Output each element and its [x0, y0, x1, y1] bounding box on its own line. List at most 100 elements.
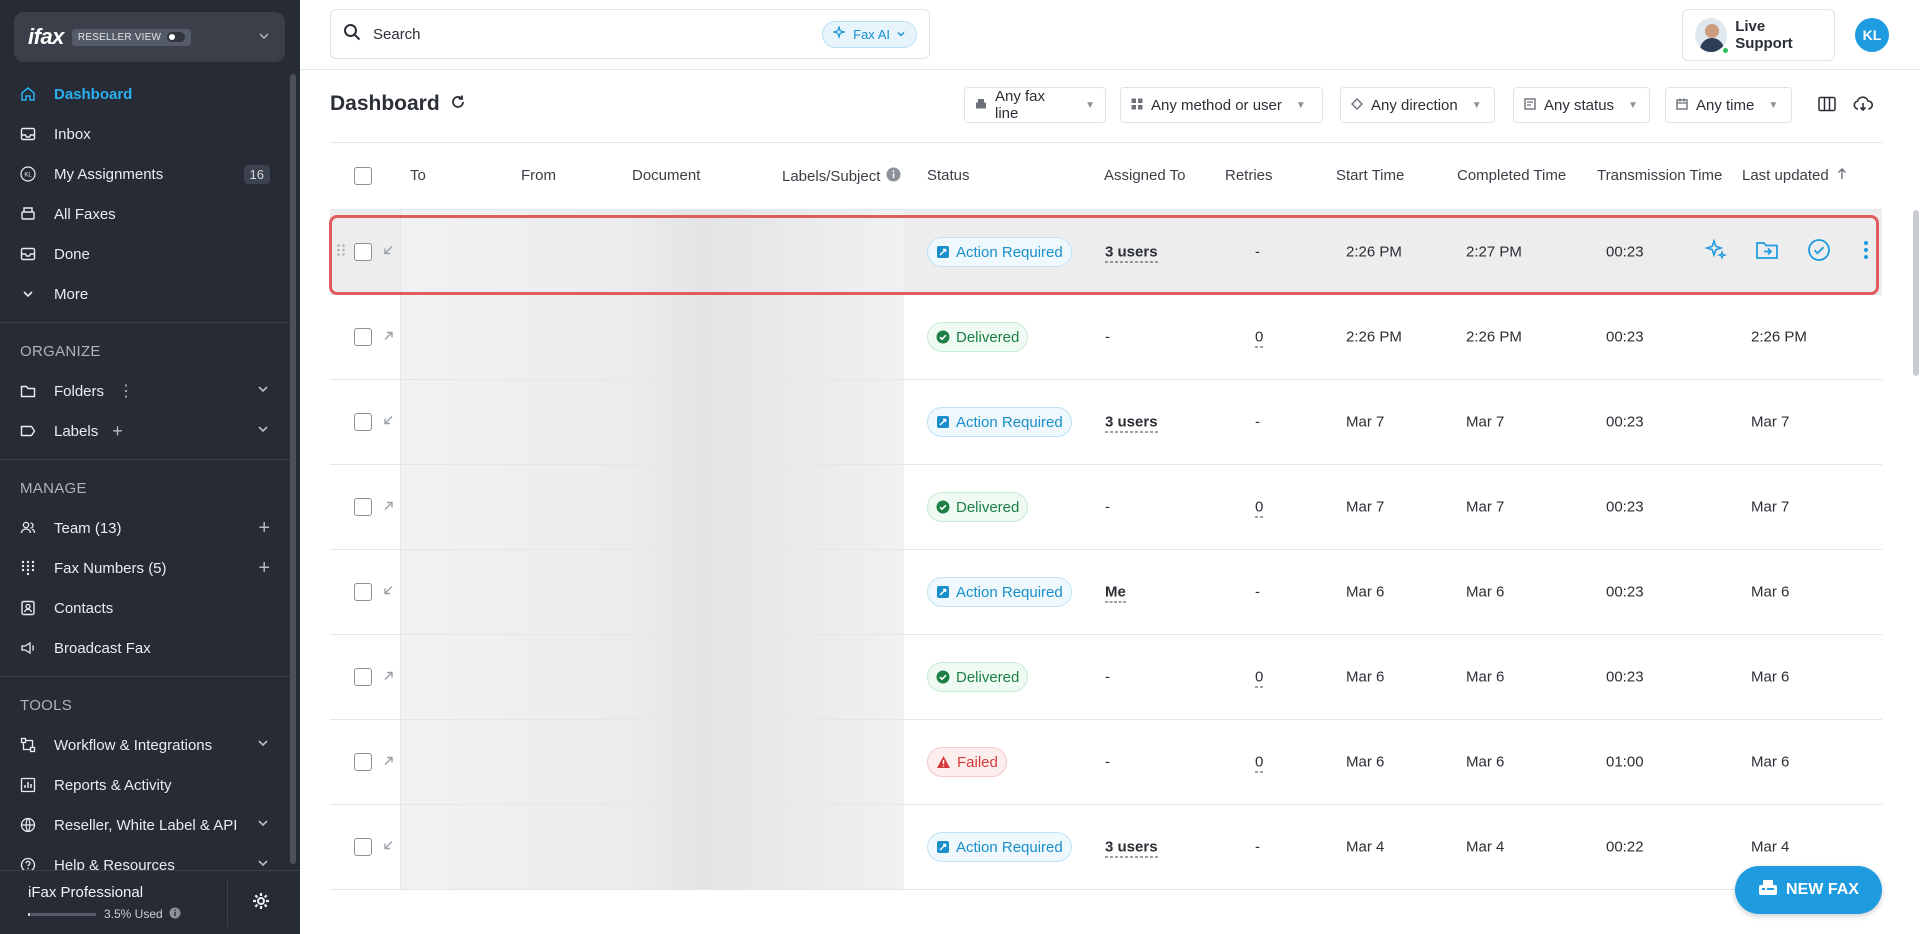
- sidebar-item-more[interactable]: More: [0, 274, 290, 314]
- action-required-icon: [936, 840, 950, 854]
- assigned-to[interactable]: 3 users: [1105, 838, 1158, 858]
- sidebar-item-inbox[interactable]: Inbox: [0, 114, 290, 154]
- mark-done-icon[interactable]: [1807, 238, 1831, 266]
- status-badge[interactable]: Delivered: [927, 492, 1029, 522]
- reseller-view-toggle[interactable]: RESELLER VIEW: [71, 28, 192, 46]
- sidebar-item-dashboard[interactable]: Dashboard: [0, 74, 290, 114]
- row-checkbox[interactable]: [354, 753, 372, 771]
- table-row[interactable]: Action Required Me - Mar 6 Mar 6 00:23 Mar 6: [330, 550, 1882, 635]
- refresh-icon[interactable]: [450, 92, 466, 116]
- assigned-to[interactable]: Me: [1105, 583, 1126, 603]
- search-input[interactable]: Search: [373, 26, 421, 43]
- retries[interactable]: 0: [1255, 498, 1264, 518]
- sort-ascending-icon[interactable]: [1837, 167, 1847, 184]
- live-support-button[interactable]: Live Support: [1682, 9, 1835, 61]
- sidebar-item-folders[interactable]: Folders ⋮: [0, 371, 290, 411]
- chevron-down-icon[interactable]: [256, 736, 270, 754]
- column-header-completed-time[interactable]: Completed Time: [1457, 167, 1566, 184]
- status-badge[interactable]: Failed: [927, 747, 1007, 777]
- ai-sparkle-icon[interactable]: [1704, 238, 1728, 266]
- column-header-retries[interactable]: Retries: [1225, 167, 1273, 184]
- status-badge[interactable]: Action Required: [927, 407, 1072, 437]
- sidebar-item-contacts[interactable]: Contacts: [0, 588, 290, 628]
- kebab-menu-icon[interactable]: ⋮: [118, 381, 134, 401]
- column-header-assigned[interactable]: Assigned To: [1104, 167, 1185, 184]
- chevron-down-icon[interactable]: [256, 382, 270, 400]
- filter-status[interactable]: Any status ▼: [1513, 87, 1650, 123]
- table-row[interactable]: Delivered - 0 Mar 6 Mar 6 00:23 Mar 6: [330, 635, 1882, 720]
- sidebar-item-reseller[interactable]: Reseller, White Label & API: [0, 805, 290, 845]
- sidebar-item-labels[interactable]: Labels +: [0, 411, 290, 451]
- column-header-status[interactable]: Status: [927, 167, 970, 184]
- drag-handle-icon[interactable]: [336, 243, 346, 261]
- plan-info[interactable]: iFax Professional 3.5% Used: [0, 878, 228, 927]
- fax-ai-button[interactable]: Fax AI: [822, 20, 917, 48]
- retries[interactable]: 0: [1255, 668, 1264, 688]
- sidebar-scrollbar[interactable]: [290, 74, 296, 864]
- main-scrollbar[interactable]: [1913, 210, 1919, 376]
- select-all-checkbox[interactable]: [354, 167, 372, 185]
- status-badge[interactable]: Action Required: [927, 832, 1072, 862]
- column-header-start-time[interactable]: Start Time: [1336, 167, 1404, 184]
- sidebar-item-reports[interactable]: Reports & Activity: [0, 765, 290, 805]
- sidebar-item-fax-numbers[interactable]: Fax Numbers (5) +: [0, 548, 290, 588]
- gear-icon[interactable]: [252, 892, 270, 914]
- columns-icon[interactable]: [1818, 96, 1836, 116]
- sidebar-item-broadcast-fax[interactable]: Broadcast Fax: [0, 628, 290, 668]
- search-box[interactable]: Search Fax AI: [330, 9, 930, 59]
- column-header-document[interactable]: Document: [632, 167, 700, 184]
- kebab-menu-icon[interactable]: [1863, 240, 1869, 264]
- chevron-down-icon[interactable]: [256, 422, 270, 440]
- sidebar-item-my-assignments[interactable]: KL My Assignments 16: [0, 154, 290, 194]
- chevron-down-icon[interactable]: [257, 29, 271, 46]
- filter-time[interactable]: Any time ▼: [1665, 87, 1792, 123]
- filter-method-user[interactable]: Any method or user ▼: [1120, 87, 1323, 123]
- chevron-down-icon[interactable]: [256, 816, 270, 834]
- table-row[interactable]: Delivered - 0 Mar 7 Mar 7 00:23 Mar 7: [330, 465, 1882, 550]
- table-row[interactable]: Action Required 3 users - Mar 4 Mar 4 00:22 Ma…: [330, 805, 1882, 890]
- row-checkbox[interactable]: [354, 328, 372, 346]
- row-checkbox[interactable]: [354, 838, 372, 856]
- row-checkbox[interactable]: [354, 413, 372, 431]
- row-checkbox[interactable]: [354, 243, 372, 261]
- new-fax-button[interactable]: NEW FAX: [1735, 866, 1882, 914]
- add-fax-number-icon[interactable]: +: [258, 557, 270, 580]
- table-row[interactable]: Failed - 0 Mar 6 Mar 6 01:00 Mar 6: [330, 720, 1882, 805]
- status-badge[interactable]: Action Required: [927, 577, 1072, 607]
- sidebar-item-done[interactable]: Done: [0, 234, 290, 274]
- column-header-transmission-time[interactable]: Transmission Time: [1597, 167, 1722, 184]
- account-switcher[interactable]: ifax RESELLER VIEW: [14, 12, 285, 62]
- column-header-labels[interactable]: Labels/Subject: [782, 167, 901, 186]
- completed-time: Mar 6: [1466, 753, 1505, 771]
- retries[interactable]: 0: [1255, 753, 1264, 773]
- column-header-last-updated[interactable]: Last updated: [1742, 167, 1847, 184]
- status-badge[interactable]: Action Required: [927, 237, 1072, 267]
- status-badge[interactable]: Delivered: [927, 322, 1029, 352]
- status-badge[interactable]: Delivered: [927, 662, 1029, 692]
- move-to-folder-icon[interactable]: [1755, 240, 1779, 264]
- table-row[interactable]: Action Required 3 users - 2:26 PM 2:27 PM 00:…: [330, 210, 1882, 295]
- sidebar-item-workflow[interactable]: Workflow & Integrations: [0, 725, 290, 765]
- table-row[interactable]: Action Required 3 users - Mar 7 Mar 7 00:23 Ma…: [330, 380, 1882, 465]
- info-icon[interactable]: [886, 167, 901, 186]
- sidebar-item-all-faxes[interactable]: All Faxes: [0, 194, 290, 234]
- column-header-to[interactable]: To: [410, 167, 426, 184]
- assigned-to[interactable]: 3 users: [1105, 413, 1158, 433]
- row-checkbox[interactable]: [354, 498, 372, 516]
- filter-fax-line[interactable]: Any fax line ▼: [964, 87, 1106, 123]
- add-team-member-icon[interactable]: +: [258, 517, 270, 540]
- toggle-switch[interactable]: [167, 32, 186, 42]
- info-icon[interactable]: [169, 907, 181, 922]
- assigned-to[interactable]: 3 users: [1105, 243, 1158, 263]
- add-label-icon[interactable]: +: [112, 421, 123, 442]
- user-avatar[interactable]: KL: [1855, 18, 1889, 52]
- row-checkbox[interactable]: [354, 668, 372, 686]
- filter-direction[interactable]: Any direction ▼: [1340, 87, 1495, 123]
- transmission-time: 00:23: [1606, 498, 1644, 516]
- row-checkbox[interactable]: [354, 583, 372, 601]
- table-row[interactable]: Delivered - 0 2:26 PM 2:26 PM 00:23 2:26 PM: [330, 295, 1882, 380]
- sidebar-item-team[interactable]: Team (13) +: [0, 508, 290, 548]
- retries[interactable]: 0: [1255, 328, 1264, 348]
- cloud-download-icon[interactable]: [1853, 96, 1873, 116]
- column-header-from[interactable]: From: [521, 167, 556, 184]
